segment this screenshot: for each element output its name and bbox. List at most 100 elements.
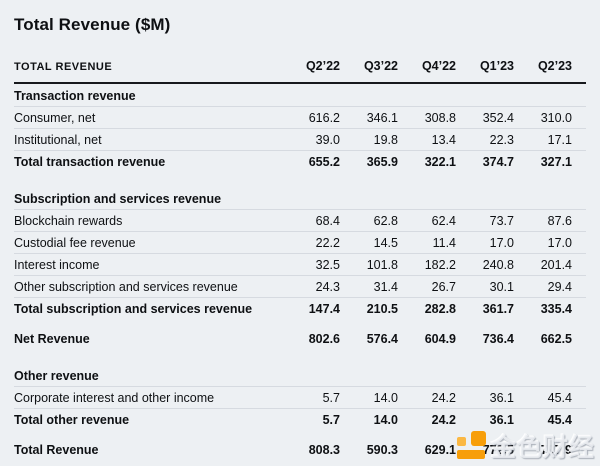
table-row: Total subscription and services revenue1… — [14, 298, 586, 320]
table-row: Total other revenue5.714.024.236.145.4 — [14, 409, 586, 431]
table-row: Consumer, net616.2346.1308.8352.4310.0 — [14, 107, 586, 129]
column-header: Q4’22 — [398, 59, 456, 73]
table-body: Transaction revenue Consumer, net616.2346… — [14, 86, 586, 461]
row-label: Other revenue — [14, 369, 586, 383]
row-label: Consumer, net — [14, 111, 282, 125]
value-cell: 101.8 — [340, 258, 398, 272]
table-row: Custodial fee revenue22.214.511.417.017.… — [14, 232, 586, 254]
value-cell: 45.4 — [514, 391, 572, 405]
row-label: Institutional, net — [14, 133, 282, 147]
table-header-row: TOTAL REVENUE Q2’22 Q3’22 Q4’22 Q1’23 Q2… — [14, 59, 586, 84]
value-cell: 361.7 — [456, 302, 514, 316]
value-cell: 14.0 — [340, 391, 398, 405]
value-cell: 22.3 — [456, 133, 514, 147]
value-cell: 662.5 — [514, 332, 572, 346]
table-row: Other subscription and services revenue2… — [14, 276, 586, 298]
value-cell: 240.8 — [456, 258, 514, 272]
column-header: Q3’22 — [340, 59, 398, 73]
table-row: Institutional, net39.019.813.422.317.1 — [14, 129, 586, 151]
value-cell: 576.4 — [340, 332, 398, 346]
value-cell: 365.9 — [340, 155, 398, 169]
column-header: Q2’22 — [282, 59, 340, 73]
row-label: Blockchain rewards — [14, 214, 282, 228]
value-cell: 36.1 — [456, 413, 514, 427]
value-cell: 31.4 — [340, 280, 398, 294]
value-cell: 24.3 — [282, 280, 340, 294]
row-label: Total subscription and services revenue — [14, 302, 282, 316]
section-header-row: Subscription and services revenue — [14, 189, 586, 210]
value-cell: 14.5 — [340, 236, 398, 250]
table-header-label: TOTAL REVENUE — [14, 61, 282, 73]
value-cell: 5.7 — [282, 413, 340, 427]
value-cell: 14.0 — [340, 413, 398, 427]
value-cell: 68.4 — [282, 214, 340, 228]
value-cell: 616.2 — [282, 111, 340, 125]
value-cell: 39.0 — [282, 133, 340, 147]
value-cell: 17.0 — [456, 236, 514, 250]
value-cell: 282.8 — [398, 302, 456, 316]
value-cell: 182.2 — [398, 258, 456, 272]
value-cell: 308.8 — [398, 111, 456, 125]
value-cell: 29.4 — [514, 280, 572, 294]
row-label: Total other revenue — [14, 413, 282, 427]
table-row: Interest income32.5101.8182.2240.8201.4 — [14, 254, 586, 276]
value-cell: 45.4 — [514, 413, 572, 427]
section-header-row: Other revenue — [14, 366, 586, 387]
row-label: Net Revenue — [14, 332, 282, 346]
table-row: Corporate interest and other income5.714… — [14, 387, 586, 409]
table-row: Total Revenue808.3590.3629.1772.5707.9 — [14, 439, 586, 461]
value-cell: 73.7 — [456, 214, 514, 228]
value-cell: 13.4 — [398, 133, 456, 147]
value-cell: 772.5 — [456, 443, 514, 457]
value-cell: 19.8 — [340, 133, 398, 147]
value-cell: 374.7 — [456, 155, 514, 169]
value-cell: 32.5 — [282, 258, 340, 272]
table-row: Net Revenue802.6576.4604.9736.4662.5 — [14, 328, 586, 350]
value-cell: 707.9 — [514, 443, 572, 457]
value-cell: 17.1 — [514, 133, 572, 147]
value-cell: 36.1 — [456, 391, 514, 405]
row-label: Subscription and services revenue — [14, 192, 586, 206]
value-cell: 210.5 — [340, 302, 398, 316]
value-cell: 655.2 — [282, 155, 340, 169]
value-cell: 346.1 — [340, 111, 398, 125]
page-title: Total Revenue ($M) — [14, 15, 586, 35]
row-label: Interest income — [14, 258, 282, 272]
value-cell: 736.4 — [456, 332, 514, 346]
column-header: Q1’23 — [456, 59, 514, 73]
value-cell: 322.1 — [398, 155, 456, 169]
section-header-row: Transaction revenue — [14, 86, 586, 107]
value-cell: 87.6 — [514, 214, 572, 228]
value-cell: 26.7 — [398, 280, 456, 294]
value-cell: 808.3 — [282, 443, 340, 457]
row-label: Corporate interest and other income — [14, 391, 282, 405]
table-row: Blockchain rewards68.462.862.473.787.6 — [14, 210, 586, 232]
value-cell: 327.1 — [514, 155, 572, 169]
value-cell: 352.4 — [456, 111, 514, 125]
value-cell: 604.9 — [398, 332, 456, 346]
value-cell: 5.7 — [282, 391, 340, 405]
value-cell: 22.2 — [282, 236, 340, 250]
row-label: Transaction revenue — [14, 89, 586, 103]
row-label: Custodial fee revenue — [14, 236, 282, 250]
value-cell: 802.6 — [282, 332, 340, 346]
value-cell: 17.0 — [514, 236, 572, 250]
row-label: Total Revenue — [14, 443, 282, 457]
value-cell: 24.2 — [398, 391, 456, 405]
row-label: Total transaction revenue — [14, 155, 282, 169]
table-row: Total transaction revenue655.2365.9322.1… — [14, 151, 586, 173]
value-cell: 11.4 — [398, 236, 456, 250]
value-cell: 62.8 — [340, 214, 398, 228]
column-header: Q2’23 — [514, 59, 572, 73]
value-cell: 590.3 — [340, 443, 398, 457]
value-cell: 30.1 — [456, 280, 514, 294]
value-cell: 335.4 — [514, 302, 572, 316]
revenue-report-page: Total Revenue ($M) TOTAL REVENUE Q2’22 Q… — [0, 0, 600, 461]
value-cell: 24.2 — [398, 413, 456, 427]
value-cell: 201.4 — [514, 258, 572, 272]
row-label: Other subscription and services revenue — [14, 280, 282, 294]
value-cell: 147.4 — [282, 302, 340, 316]
value-cell: 310.0 — [514, 111, 572, 125]
value-cell: 62.4 — [398, 214, 456, 228]
value-cell: 629.1 — [398, 443, 456, 457]
